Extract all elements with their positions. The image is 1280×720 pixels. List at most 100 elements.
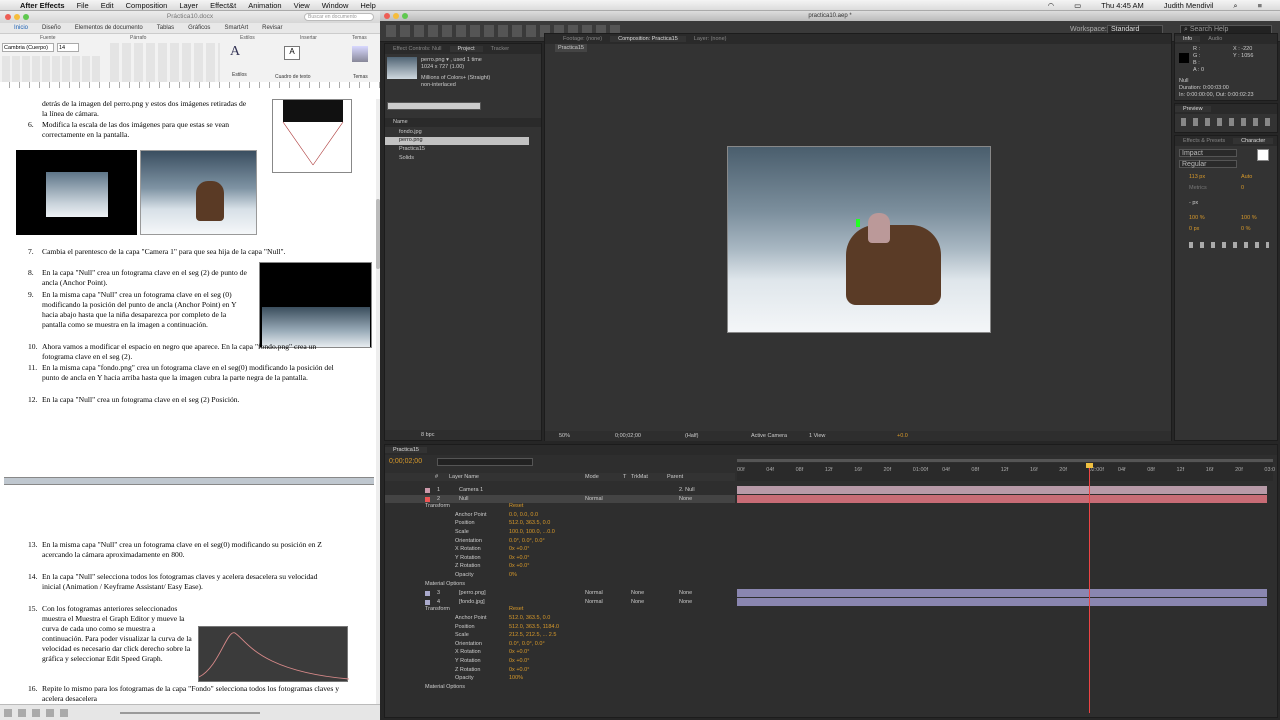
size-select[interactable]: 14 <box>57 43 79 52</box>
close-button[interactable] <box>384 13 390 19</box>
tab-elementos[interactable]: Elementos de documento <box>75 23 143 33</box>
layer-row[interactable]: 4 [fondo.jpg] Normal None None <box>385 598 735 606</box>
tab-character[interactable]: Character <box>1233 138 1274 144</box>
tab-timeline[interactable]: Practica15 <box>385 447 427 453</box>
property-value[interactable]: 512.0, 363.5, 0.0 <box>509 520 550 526</box>
app-menu[interactable]: After Effects <box>20 1 65 10</box>
battery-icon[interactable]: ▭ <box>1074 1 1081 10</box>
reset-link[interactable]: Reset <box>509 606 523 612</box>
menu-view[interactable]: View <box>294 1 310 10</box>
transform-label[interactable]: Transform <box>425 503 450 509</box>
layer-name[interactable]: [fondo.jpg] <box>459 599 485 605</box>
user-name[interactable]: Judith Mendivil <box>1164 1 1214 10</box>
reset-link[interactable]: Reset <box>509 503 523 509</box>
viewer-time[interactable]: 0;00;02;00 <box>615 433 641 439</box>
font-select[interactable]: Cambria (Cuerpo) <box>2 43 54 52</box>
tsume-value[interactable]: 0 % <box>1241 226 1250 232</box>
property-value[interactable]: 0x +0.0° <box>509 563 529 569</box>
layer-row[interactable]: 1 Camera 1 2. Null <box>385 486 735 494</box>
format-buttons[interactable] <box>2 56 102 84</box>
close-button[interactable] <box>5 14 11 20</box>
tab-tablas[interactable]: Tablas <box>157 23 174 33</box>
stroke-value[interactable]: - px <box>1189 200 1198 206</box>
layer-mode[interactable]: Normal <box>585 599 603 605</box>
menu-file[interactable]: File <box>77 1 89 10</box>
tab-tracker[interactable]: Tracker <box>483 46 517 52</box>
property-value[interactable]: 0.0°, 0.0°, 0.0° <box>509 641 545 647</box>
material-options-label[interactable]: Material Options <box>425 684 465 690</box>
property-value[interactable]: 0x +0.0° <box>509 649 529 655</box>
project-search[interactable] <box>387 102 481 110</box>
layer-row[interactable]: 2 Null Normal None <box>385 494 735 503</box>
column-name[interactable]: Name <box>393 119 408 125</box>
layer-trkmat[interactable]: None <box>631 599 644 605</box>
list-icon[interactable]: ≡ <box>1258 1 1262 10</box>
current-time[interactable]: 0;00;02;00 <box>389 458 422 465</box>
font-family-select[interactable]: Impact <box>1179 149 1237 157</box>
layer-duration-bar[interactable] <box>737 597 1267 606</box>
zoom-select[interactable]: 50% <box>559 433 570 439</box>
property-value[interactable]: 512.0, 363.5, 1184.0 <box>509 624 559 630</box>
property-value[interactable]: 0x +0.0° <box>509 667 529 673</box>
kerning-value[interactable]: Metrics <box>1189 185 1207 191</box>
zoom-button[interactable] <box>23 14 29 20</box>
hscale-value[interactable]: 100 % <box>1241 215 1257 221</box>
view-buttons[interactable] <box>4 709 74 717</box>
property-value[interactable]: 212.5, 212.5, ... 2.5 <box>509 632 556 638</box>
layer-trkmat[interactable]: None <box>631 590 644 596</box>
tab-preview[interactable]: Preview <box>1175 106 1211 112</box>
tab-smartart[interactable]: SmartArt <box>224 23 248 33</box>
vscale-value[interactable]: 100 % <box>1189 215 1205 221</box>
property-value[interactable]: 0.0, 0.0, 0.0 <box>509 512 538 518</box>
search-input[interactable]: Buscar en documento <box>304 13 374 21</box>
label-color[interactable] <box>425 599 430 605</box>
layer-duration-bar[interactable] <box>737 494 1267 503</box>
menu-composition[interactable]: Composition <box>126 1 168 10</box>
playhead[interactable] <box>1089 465 1090 713</box>
exposure-value[interactable]: +0.0 <box>897 433 908 439</box>
clock[interactable]: Thu 4:45 AM <box>1101 1 1144 10</box>
fill-color-swatch[interactable] <box>1257 149 1269 161</box>
paragraph-buttons[interactable] <box>110 43 220 83</box>
tab-inicio[interactable]: Inicio <box>14 23 28 33</box>
property-value[interactable]: 0% <box>509 572 517 578</box>
property-value[interactable]: 0x +0.0° <box>509 546 529 552</box>
layer-name[interactable]: [perro.png] <box>459 590 486 596</box>
layer-parent[interactable]: 2. Null <box>679 487 695 493</box>
wifi-icon[interactable]: ◠ <box>1048 1 1055 10</box>
leading-value[interactable]: Auto <box>1241 174 1252 180</box>
styles-icon[interactable]: A <box>230 44 250 64</box>
col-t[interactable]: T <box>623 474 626 480</box>
property-value[interactable]: 0x +0.0° <box>509 658 529 664</box>
viewer-canvas[interactable] <box>727 146 991 333</box>
menu-help[interactable]: Help <box>360 1 375 10</box>
tab-audio[interactable]: Audio <box>1200 36 1230 42</box>
time-ruler[interactable]: 00f 04f 08f 12f 16f 20f 01:00f 04f 08f 12f 16f 20f 0… <box>737 463 1275 481</box>
tab-footage[interactable]: Footage: (none) <box>555 36 610 42</box>
layer-parent[interactable]: None <box>679 496 692 502</box>
tab-diseno[interactable]: Diseño <box>42 23 61 33</box>
layer-mode[interactable]: Normal <box>585 590 603 596</box>
tab-effects-presets[interactable]: Effects & Presets <box>1175 138 1233 144</box>
preview-controls[interactable] <box>1181 118 1273 126</box>
tab-revisar[interactable]: Revisar <box>262 23 282 33</box>
layer-name[interactable]: Camera 1 <box>459 487 483 493</box>
spotlight-icon[interactable]: ⌕ <box>1233 1 1237 11</box>
bpc-label[interactable]: 8 bpc <box>421 432 434 438</box>
transform-label[interactable]: Transform <box>425 606 450 612</box>
layer-parent[interactable]: None <box>679 599 692 605</box>
property-value[interactable]: 0.0°, 0.0°, 0.0° <box>509 538 545 544</box>
camera-select[interactable]: Active Camera <box>751 433 787 439</box>
label-color[interactable] <box>425 591 430 597</box>
playhead-marker[interactable] <box>1086 463 1093 468</box>
zoom-slider[interactable] <box>120 712 260 714</box>
layer-parent[interactable]: None <box>679 590 692 596</box>
menu-animation[interactable]: Animation <box>248 1 281 10</box>
tab-composition[interactable]: Composition: Practica15 <box>610 36 686 42</box>
baseline-value[interactable]: 0 px <box>1189 226 1199 232</box>
col-trkmat[interactable]: TrkMat <box>631 474 648 480</box>
text-style-buttons[interactable] <box>1189 242 1269 248</box>
tab-effect-controls[interactable]: Effect Controls: Null <box>385 46 450 52</box>
zoom-button[interactable] <box>402 13 408 19</box>
view-select[interactable]: 1 View <box>809 433 825 439</box>
